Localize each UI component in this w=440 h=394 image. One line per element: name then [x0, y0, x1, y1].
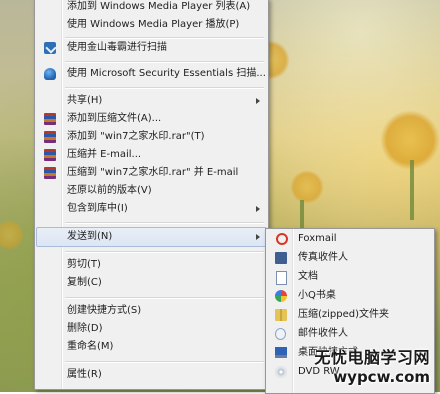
menu-item-mse-scan[interactable]: 使用 Microsoft Security Essentials 扫描... — [37, 65, 266, 83]
context-menu: 添加到 Windows Media Player 列表(A) 使用 Window… — [34, 0, 269, 390]
menu-item-include-in-library[interactable]: 包含到库中(I) — [37, 200, 266, 218]
menu-item-label: 使用金山毒霸进行扫描 — [67, 42, 167, 53]
kingsoft-antivirus-icon — [44, 42, 56, 54]
menu-item-label: 压缩并 E-mail... — [67, 149, 142, 160]
stem-decoration — [410, 160, 414, 220]
menu-item-label: 发送到(N) — [67, 231, 113, 242]
menu-item-copy[interactable]: 复制(C) — [37, 274, 266, 292]
dvd-icon — [275, 366, 287, 378]
send-to-documents[interactable]: 文档 — [268, 268, 432, 286]
desktop-icon — [275, 347, 287, 358]
submenu-item-label: 压缩(zipped)文件夹 — [298, 309, 390, 320]
submenu-arrow-icon — [256, 206, 260, 212]
menu-item-send-to[interactable]: 发送到(N) — [36, 227, 267, 247]
menu-item-label: 删除(D) — [67, 323, 103, 334]
menu-item-create-shortcut[interactable]: 创建快捷方式(S) — [37, 302, 266, 320]
winrar-icon — [44, 131, 56, 143]
menu-item-label: 添加到 "win7之家水印.rar"(T) — [67, 131, 205, 142]
menu-item-play-with-wmp[interactable]: 使用 Windows Media Player 播放(P) — [37, 16, 266, 34]
document-icon — [276, 271, 287, 285]
winrar-icon — [44, 113, 56, 125]
menu-separator — [65, 297, 264, 299]
stem-decoration — [300, 200, 304, 230]
menu-item-delete[interactable]: 删除(D) — [37, 320, 266, 338]
menu-item-compress-and-email[interactable]: 压缩并 E-mail... — [37, 146, 266, 164]
foxmail-icon — [276, 233, 288, 245]
menu-separator — [65, 222, 264, 224]
watermark-url: wypcw.com — [333, 368, 430, 386]
menu-item-label: 添加到 Windows Media Player 列表(A) — [67, 1, 251, 12]
flower-decoration — [290, 170, 324, 204]
submenu-item-label: 邮件收件人 — [298, 328, 348, 339]
submenu-item-label: 小Q书桌 — [298, 290, 336, 301]
menu-item-restore-previous-versions[interactable]: 还原以前的版本(V) — [37, 182, 266, 200]
menu-separator — [65, 251, 264, 253]
menu-item-label: 剪切(T) — [67, 259, 101, 270]
menu-item-rename[interactable]: 重命名(M) — [37, 338, 266, 356]
submenu-item-label: Foxmail — [298, 233, 337, 244]
send-to-mail-recipient[interactable]: 邮件收件人 — [268, 325, 432, 343]
qq-desk-icon — [275, 290, 287, 302]
menu-item-kingsoft-scan[interactable]: 使用金山毒霸进行扫描 — [37, 39, 266, 57]
submenu-arrow-icon — [256, 98, 260, 104]
menu-item-label: 共享(H) — [67, 95, 103, 106]
zip-folder-icon — [275, 309, 287, 321]
menu-item-label: 添加到压缩文件(A)... — [67, 113, 162, 124]
menu-separator — [65, 361, 264, 363]
security-essentials-icon — [44, 68, 56, 80]
mail-recipient-icon — [275, 328, 286, 340]
menu-item-label: 使用 Windows Media Player 播放(P) — [67, 19, 240, 30]
submenu-item-label: 传真收件人 — [298, 252, 348, 263]
send-to-fax-recipient[interactable]: 传真收件人 — [268, 249, 432, 267]
menu-item-share[interactable]: 共享(H) — [37, 92, 266, 110]
winrar-icon — [44, 167, 56, 179]
menu-separator — [65, 87, 264, 89]
menu-item-add-to-archive[interactable]: 添加到压缩文件(A)... — [37, 110, 266, 128]
menu-item-label: 复制(C) — [67, 277, 102, 288]
submenu-arrow-icon — [256, 234, 260, 240]
menu-item-label: 创建快捷方式(S) — [67, 305, 142, 316]
menu-item-properties[interactable]: 属性(R) — [37, 366, 266, 384]
site-watermark: 无忧电脑学习网 wypcw.com — [310, 342, 438, 390]
send-to-foxmail[interactable]: Foxmail — [268, 230, 432, 248]
winrar-icon — [44, 149, 56, 161]
submenu-item-label: 文档 — [298, 271, 318, 282]
menu-item-label: 还原以前的版本(V) — [67, 185, 152, 196]
flower-decoration — [0, 220, 24, 250]
menu-item-cut[interactable]: 剪切(T) — [37, 256, 266, 274]
menu-item-label: 包含到库中(I) — [67, 203, 128, 214]
watermark-title: 无忧电脑学习网 — [314, 348, 430, 367]
send-to-qq-desk[interactable]: 小Q书桌 — [268, 287, 432, 305]
menu-item-add-to-wmp-list[interactable]: 添加到 Windows Media Player 列表(A) — [37, 0, 266, 16]
menu-item-label: 重命名(M) — [67, 341, 114, 352]
menu-item-label: 压缩到 "win7之家水印.rar" 并 E-mail — [67, 167, 239, 178]
fax-icon — [275, 252, 287, 264]
menu-item-label: 使用 Microsoft Security Essentials 扫描... — [67, 68, 266, 79]
menu-separator — [65, 61, 264, 63]
menu-item-label: 属性(R) — [67, 369, 102, 380]
send-to-zip-folder[interactable]: 压缩(zipped)文件夹 — [268, 306, 432, 324]
menu-item-compress-to-rar-and-email[interactable]: 压缩到 "win7之家水印.rar" 并 E-mail — [37, 164, 266, 182]
menu-item-add-to-named-rar[interactable]: 添加到 "win7之家水印.rar"(T) — [37, 128, 266, 146]
